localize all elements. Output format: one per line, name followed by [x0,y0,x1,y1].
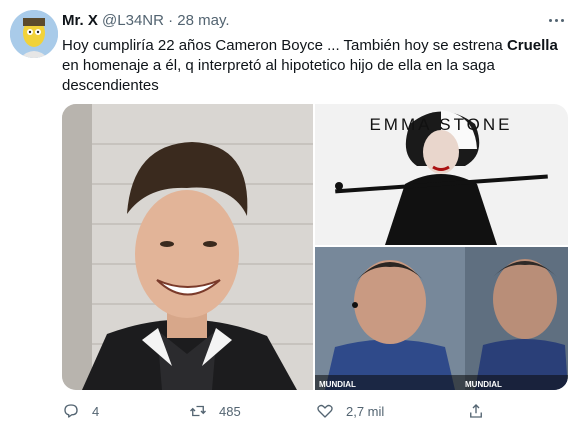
reply-icon [64,404,78,418]
like-count: 2,7 mil [346,403,385,419]
reply-count: 4 [92,403,100,419]
more-options-icon [548,18,552,22]
tweet-actions: 4 485 2,7 mil [62,400,568,422]
tweet-text: Hoy cumpliría 22 años Cameron Boyce ... … [62,37,558,94]
bold-word: Cruella [506,37,558,54]
media-grid: EMMA STONE MUNDIAL MUNDIAL [62,104,568,390]
like-button[interactable]: 2,7 mil [316,400,384,422]
tweet-header: Mr. X @L34NR · 28 may. [62,12,230,30]
retweet-button[interactable]: 485 [189,400,241,422]
more-options-button[interactable] [544,10,568,30]
retweet-count: 485 [219,403,241,419]
share-icon [470,404,482,418]
poster-title: EMMA STONE [369,115,512,134]
tweet-date[interactable]: 28 may. [177,12,229,29]
photo-tv-crying-man[interactable]: MUNDIAL MUNDIAL [315,247,568,390]
avatar-icon [10,10,58,58]
tv-caption-2: MUNDIAL [465,380,502,389]
tv-caption-1: MUNDIAL [319,380,356,389]
tweet[interactable]: Mr. X @L34NR · 28 may. Hoy cumpliría 22 … [0,0,578,427]
handle[interactable]: @L34NR [102,12,164,29]
photo-smiling-man[interactable] [62,104,313,390]
retweet-icon [190,405,206,417]
avatar[interactable] [10,10,58,58]
share-button[interactable] [467,400,485,422]
display-name[interactable]: Mr. X [62,12,98,29]
heart-icon [317,404,333,418]
photo-movie-poster[interactable]: EMMA STONE [315,104,568,245]
meta-separator: · [168,12,174,29]
reply-button[interactable]: 4 [62,400,99,422]
